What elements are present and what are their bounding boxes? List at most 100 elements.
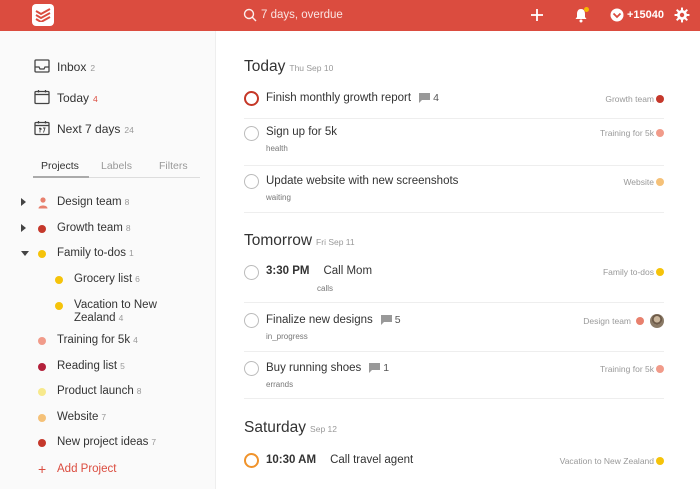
task-project-label[interactable]: Website [623,177,654,187]
task-comments[interactable]: 1 [369,362,389,374]
project-label: Product launch [57,385,134,397]
collapse-caret-icon[interactable] [21,251,29,256]
project-label-line-2: Zealand [74,312,116,324]
project-color-dot [38,363,46,371]
task-checkbox[interactable] [244,174,259,189]
project-color-dot [38,414,46,422]
section-header-saturday: Saturday Sep 12 [244,419,337,441]
project-count: 8 [125,223,131,233]
project-color-dot [55,302,63,310]
top-bar: 7 days, overdue +15040 [0,0,700,31]
expand-caret-icon[interactable] [21,198,26,206]
sidebar-item-count: 4 [93,94,98,104]
task-item[interactable]: Sign up for 5k health Training for 5k [244,120,664,166]
task-item[interactable]: 3:30 PM Call Mom calls Family to-dos [244,257,664,303]
project-label: Grocery list [74,273,133,285]
task-title: Sign up for 5k [266,126,337,138]
project-count: 7 [151,437,157,447]
karma-score: +15040 [627,9,665,21]
task-project-label[interactable]: Training for 5k [600,128,654,138]
task-item[interactable]: 10:30 AM Call travel agent Vacation to Ne… [244,445,664,481]
search-input[interactable]: 7 days, overdue [242,7,472,25]
karma-icon [610,8,624,22]
task-time: 10:30 AM [266,454,317,466]
project-color-dot [38,225,46,233]
project-count: 4 [118,313,124,323]
notification-badge [584,7,589,12]
project-color-dot [55,276,63,284]
task-item[interactable]: Update website with new screenshots wait… [244,167,664,213]
project-count: 7 [101,412,107,422]
sidebar: Inbox 2 Today 4 Next 7 days 24 Projects Lab… [0,31,216,489]
project-label: Training for 5k [57,334,131,346]
inbox-icon [34,59,50,73]
quick-add-button[interactable] [528,6,546,24]
comment-count: 4 [433,92,439,104]
task-label[interactable]: in_progress [266,332,308,341]
task-checkbox[interactable] [244,265,259,280]
tab-projects[interactable]: Projects [41,160,79,172]
project-count: 4 [133,335,138,345]
task-project-label[interactable]: Design team [583,316,631,326]
section-date: Sep 12 [310,424,337,434]
plus-icon: + [38,461,47,477]
project-count: 1 [129,248,134,258]
tab-filters[interactable]: Filters [159,160,188,172]
task-label[interactable]: health [266,144,288,153]
settings-button[interactable] [673,6,691,24]
task-checkbox[interactable] [244,91,259,106]
project-count: 5 [120,361,125,371]
task-project-dot [636,317,644,325]
task-project-label[interactable]: Family to-dos [603,267,654,277]
project-color-dot [38,439,46,447]
task-checkbox[interactable] [244,361,259,376]
gear-icon [674,7,690,23]
section-header-tomorrow: Tomorrow Fri Sep 11 [244,232,355,254]
sidebar-item-label: Inbox [57,60,87,74]
task-project-label[interactable]: Vacation to New Zealand [560,456,654,466]
task-title: Update website with new screenshots [266,175,459,187]
task-project-dot [656,457,664,465]
task-project-dot [656,95,664,103]
expand-caret-icon[interactable] [21,224,26,232]
search-icon [243,8,257,22]
task-checkbox[interactable] [244,313,259,328]
sidebar-item-label: Today [57,91,90,105]
section-header-today: Today Thu Sep 10 [244,58,333,80]
section-title: Tomorrow [244,232,313,249]
person-icon [38,197,48,209]
project-label: Website [57,411,99,423]
tab-labels[interactable]: Labels [101,160,132,172]
task-checkbox[interactable] [244,126,259,141]
task-item[interactable]: Buy running shoes 1 errands Training for … [244,353,664,399]
notifications-button[interactable] [572,6,590,24]
sidebar-item-count: 24 [124,125,134,135]
project-count: 6 [135,274,140,284]
task-comments[interactable]: 5 [380,314,401,326]
task-label[interactable]: calls [317,284,333,293]
project-label: Vacation to New [74,299,157,311]
task-item[interactable]: Finish monthly growth report 4 Growth tea… [244,87,664,119]
task-list: Today Thu Sep 10 Finish monthly growth re… [217,31,700,489]
assignee-avatar[interactable] [650,314,664,328]
project-label: Design team [57,196,122,208]
task-title: Finish monthly growth report [266,92,412,104]
task-project-label[interactable]: Growth team [605,94,654,104]
comment-icon [380,315,392,325]
comment-icon [419,93,431,103]
comment-count: 1 [383,362,390,374]
task-item[interactable]: Finalize new designs 5 in_progress Design… [244,304,664,352]
project-color-dot [38,337,46,345]
task-checkbox[interactable] [244,453,259,468]
task-title: Buy running shoes [266,362,362,374]
task-project-label[interactable]: Training for 5k [600,364,654,374]
task-label[interactable]: errands [266,380,293,389]
todoist-logo-icon[interactable] [32,4,54,26]
section-date: Fri Sep 11 [316,237,355,247]
task-comments[interactable]: 4 [419,92,439,104]
calendar-week-icon [34,121,50,136]
active-tab-indicator [33,176,89,178]
project-count: 8 [124,197,130,207]
task-label[interactable]: waiting [266,193,291,202]
task-title: Call travel agent [330,454,414,466]
